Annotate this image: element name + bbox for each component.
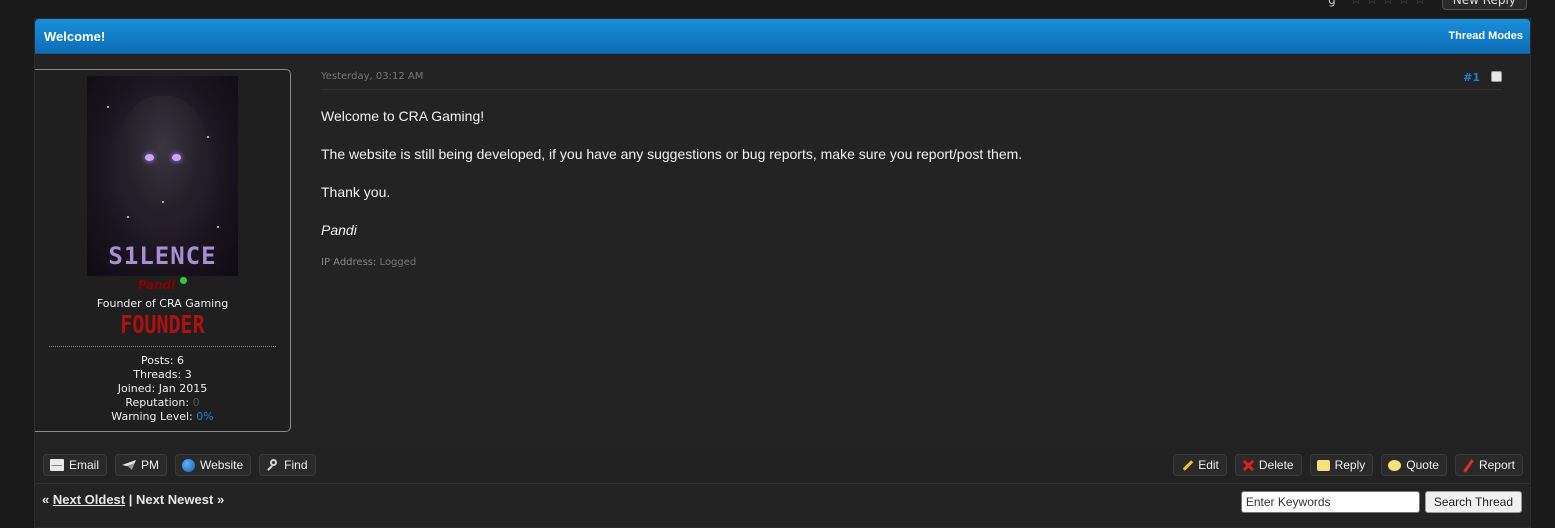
thread-title: Welcome! — [44, 28, 106, 44]
avatar[interactable]: S1LENCE — [87, 76, 238, 276]
pm-button[interactable]: PM — [115, 454, 168, 476]
stat-warning: Warning Level: 0% — [111, 410, 214, 423]
search-keywords-input[interactable] — [1240, 491, 1420, 513]
new-reply-button[interactable]: New Reply — [1441, 0, 1527, 10]
thread-modes-link[interactable]: Thread Modes — [1448, 30, 1523, 42]
post-paragraph: Thank you. — [321, 184, 391, 200]
post-select-checkbox[interactable] — [1491, 71, 1502, 82]
quote-button[interactable]: Quote — [1381, 454, 1447, 476]
post-signature: Pandi — [321, 222, 357, 238]
avatar-star-shape — [127, 216, 129, 218]
mail-icon — [50, 459, 64, 471]
ip-address-line: IP Address: Logged — [321, 257, 416, 268]
post-controls-left: Email PM Website Find — [43, 454, 316, 476]
report-button[interactable]: Report — [1454, 454, 1523, 476]
avatar-star-shape — [162, 201, 164, 203]
warning-level-link[interactable]: 0% — [196, 410, 213, 423]
rank-badge: FOUNDER — [120, 309, 205, 339]
reply-button[interactable]: Reply — [1309, 454, 1374, 476]
stat-joined: Joined: Jan 2015 — [117, 382, 208, 395]
top-toolbar: g ☆ ☆ ☆ ☆ ☆ New Reply — [1328, 0, 1527, 10]
delete-icon — [1242, 459, 1254, 471]
star-icon[interactable]: ☆ — [1366, 0, 1380, 7]
post-controls-right: Edit Delete Reply Quote Report — [1173, 454, 1523, 476]
post: S1LENCE Pandi Founder of CRA Gaming FOUN… — [35, 69, 1530, 434]
search-thread-button[interactable]: Search Thread — [1424, 491, 1522, 513]
next-newest-link[interactable]: Next Newest — [136, 492, 213, 507]
avatar-text: S1LENCE — [108, 242, 217, 270]
post-paragraph: The website is still being developed, if… — [321, 146, 1023, 162]
report-icon — [1462, 459, 1474, 472]
globe-icon — [182, 458, 196, 472]
avatar-eye-shape — [172, 154, 181, 161]
post-controls: Email PM Website Find Edit Delete Reply … — [35, 447, 1530, 484]
send-icon — [122, 460, 137, 470]
quote-icon — [1388, 459, 1402, 471]
edit-button[interactable]: Edit — [1173, 454, 1227, 476]
star-icon[interactable]: ☆ — [1414, 0, 1428, 7]
post-head: Yesterday, 03:12 AM #1 — [321, 69, 1502, 90]
thread-container: Welcome! Thread Modes S1LENCE Pandi Foun… — [34, 18, 1531, 528]
avatar-star-shape — [207, 136, 209, 138]
pencil-icon — [1180, 459, 1193, 472]
username-line: Pandi — [35, 277, 290, 292]
author-stats: Posts: 6 Threads: 3 Joined: Jan 2015 Rep… — [35, 354, 290, 424]
reputation-link[interactable]: 0 — [193, 396, 200, 409]
thread-search: Search Thread — [1240, 491, 1522, 513]
magnifier-icon — [266, 458, 279, 472]
website-button[interactable]: Website — [175, 454, 252, 476]
author-divider — [49, 346, 276, 347]
ip-address-value: Logged — [379, 257, 417, 268]
post-number-link[interactable]: #1 — [1463, 71, 1480, 84]
delete-button[interactable]: Delete — [1234, 454, 1302, 476]
find-button[interactable]: Find — [259, 454, 316, 476]
post-paragraph: Welcome to CRA Gaming! — [321, 108, 485, 124]
star-icon[interactable]: ☆ — [1382, 0, 1396, 7]
avatar-eye-shape — [145, 154, 154, 161]
avatar-star-shape — [217, 226, 219, 228]
avatar-star-shape — [107, 106, 109, 108]
post-content: Welcome to CRA Gaming! The website is st… — [321, 107, 1022, 259]
next-oldest-link[interactable]: Next Oldest — [53, 492, 125, 507]
author-panel: S1LENCE Pandi Founder of CRA Gaming FOUN… — [35, 69, 291, 432]
rating-label: g — [1328, 0, 1336, 7]
star-icon[interactable]: ☆ — [1398, 0, 1412, 7]
stat-threads: Threads: 3 — [133, 368, 192, 381]
thread-header: Welcome! Thread Modes — [35, 19, 1530, 54]
username-link[interactable]: Pandi — [138, 278, 175, 292]
post-date: Yesterday, 03:12 AM — [321, 71, 424, 82]
reply-icon — [1316, 459, 1330, 471]
stat-posts: Posts: 6 — [141, 354, 184, 367]
ip-address-label: IP Address: — [321, 257, 377, 268]
star-icon[interactable]: ☆ — [1350, 0, 1364, 7]
stat-reputation: Reputation: 0 — [125, 396, 200, 409]
email-button[interactable]: Email — [43, 454, 108, 476]
online-status-icon — [180, 277, 188, 284]
rating-stars[interactable]: ☆ ☆ ☆ ☆ ☆ — [1350, 0, 1428, 7]
avatar-hood-shape — [117, 96, 209, 226]
thread-pager: « Next Oldest | Next Newest » — [42, 492, 225, 507]
